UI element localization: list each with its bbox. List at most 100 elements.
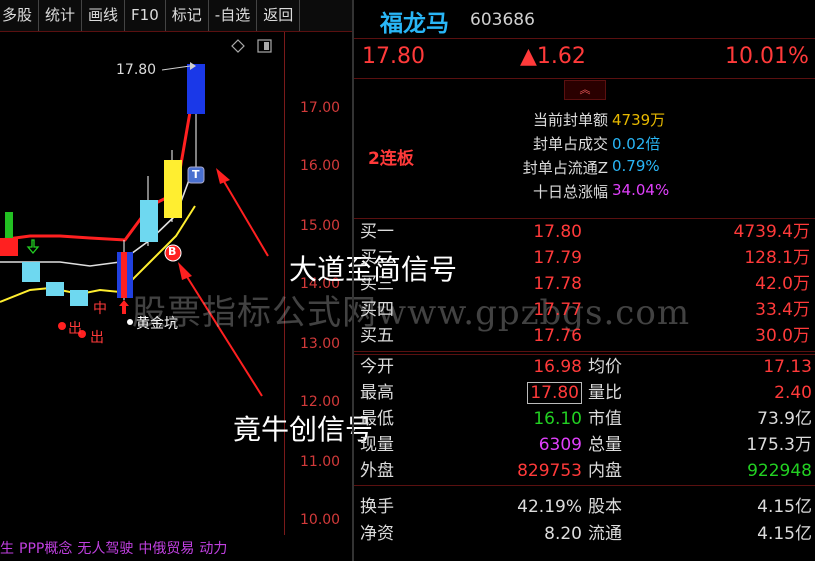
stat-label: 换手 [360,497,394,517]
price-tick-label: 13.00 [300,336,341,352]
stat-value: 16.10 [470,406,582,432]
stat-label: 最高 [360,383,394,403]
stat-label: 外盘 [360,461,394,481]
concept-tags: 生 PPP概念 无人驾驶 中俄贸易 动力 [0,537,282,561]
orderbook-price[interactable]: 17.80 [500,219,582,245]
seal-label: 当前封单额 [532,111,608,129]
toolbar-button[interactable]: 返回 [257,0,301,31]
orderbook-price[interactable]: 17.78 [500,271,582,297]
orderbook-price[interactable]: 17.79 [500,245,582,271]
stat-label: 市值 [588,409,622,429]
stock-name: 福龙马 [380,11,449,37]
annotation-arrow [221,177,269,257]
price-tick-label: 10.00 [300,512,341,528]
toolbar-button[interactable]: 统计 [39,0,83,31]
seal-label: 封单占成交 [532,135,608,153]
t-signal-label: T [192,168,200,181]
tag-chu: 出 [68,321,82,337]
top-label-arrow [161,65,191,71]
stat-value: 4.15亿 [757,524,812,544]
price-scale-divider [284,32,285,535]
stat-value-text: 16.98 [533,357,582,377]
seal-value: 0.02倍 [612,135,661,153]
stat-value-text: 8.20 [544,524,582,544]
orderbook-price[interactable]: 17.77 [500,297,582,323]
stat-label: 均价 [588,357,622,377]
stat-value: 17.80 [470,380,582,406]
stat-value: 4.15亿 [757,497,812,517]
annotation-arrowhead [216,168,230,184]
stat-value: 175.3万 [746,435,812,455]
price-change-pct: 10.01% [725,44,809,69]
stat-value: 829753 [470,458,582,484]
candle [0,238,18,256]
candle [22,262,40,282]
toolbar-button[interactable]: 标记 [166,0,209,31]
board-badge: 2连板 [368,149,414,169]
price-tick-label: 15.00 [300,218,341,234]
stat-value: 16.98 [470,354,582,380]
stat-label: 最低 [360,409,394,429]
stat-label: 总量 [588,435,622,455]
stat-value-text: 17.80 [527,382,582,404]
candle [187,64,205,114]
orderbook-level: 买一 [360,222,394,242]
concept-tag[interactable]: 中俄贸易 [138,541,194,557]
red-dot [58,322,66,330]
ma-white-line [0,171,193,267]
seal-label: 十日总涨幅 [532,183,608,201]
top-price-label: 17.80 [116,62,157,78]
stat-value: 42.19% [470,494,582,520]
toolbar-button[interactable]: F10 [125,0,166,31]
concept-tag[interactable]: 生 [0,541,14,557]
tag-chu: 出 [90,330,104,346]
chart-toolbar: 多股 统计 画线 F10 标记 -自选 返回 [0,0,352,32]
stat-value: 73.9亿 [757,409,812,429]
orderbook-volume: 33.4万 [755,300,810,320]
stat-label: 量比 [588,383,622,403]
stat-value-text: 6309 [538,435,582,455]
section-separator [354,354,815,355]
concept-tag[interactable]: PPP概念 [19,541,72,557]
stock-code: 603686 [470,10,535,30]
down-arrow-icon [26,239,40,255]
price-tick-label: 11.00 [300,454,341,470]
b-signal-label: B [168,245,177,258]
stat-value: 2.40 [774,383,812,403]
last-price: 17.80 [362,44,425,69]
orderbook-level: 买四 [360,300,394,320]
price-change: ▲1.62 [520,44,586,69]
collapse-toggle[interactable]: ︽ [564,80,606,100]
orderbook-volume: 4739.4万 [733,222,810,242]
seal-value: 34.04% [612,181,670,199]
orderbook-level: 买二 [360,248,394,268]
orderbook-price[interactable]: 17.76 [500,323,582,349]
toolbar-button[interactable]: 画线 [82,0,126,31]
stat-label: 股本 [588,497,622,517]
annotation-arrowhead [178,262,192,280]
diamond-icon[interactable] [231,39,245,53]
orderbook-volume: 42.0万 [755,274,810,294]
toolbar-button[interactable]: 多股 [0,0,40,31]
stat-value: 922948 [747,461,812,481]
candle [70,290,88,306]
orderbook-volume: 30.0万 [755,326,810,346]
orderbook-level: 买五 [360,326,394,346]
seal-value: 4739万 [612,111,666,129]
stat-label: 净资 [360,524,394,544]
candle [121,252,127,298]
orderbook-level: 买三 [360,274,394,294]
ma-red-line [0,111,192,242]
candle [164,160,182,218]
stat-label: 现量 [360,435,394,455]
candle [46,282,64,296]
stat-value-text: 829753 [517,461,582,481]
seal-label: 封单占流通Z [522,159,608,177]
panel-toggle-fill [264,42,269,50]
up-arrow-icon [119,300,129,314]
concept-tag[interactable]: 动力 [199,541,227,557]
seal-value: 0.79% [612,157,660,175]
concept-tag[interactable]: 无人驾驶 [77,541,133,557]
candle [140,200,158,242]
toolbar-button[interactable]: -自选 [209,0,258,31]
